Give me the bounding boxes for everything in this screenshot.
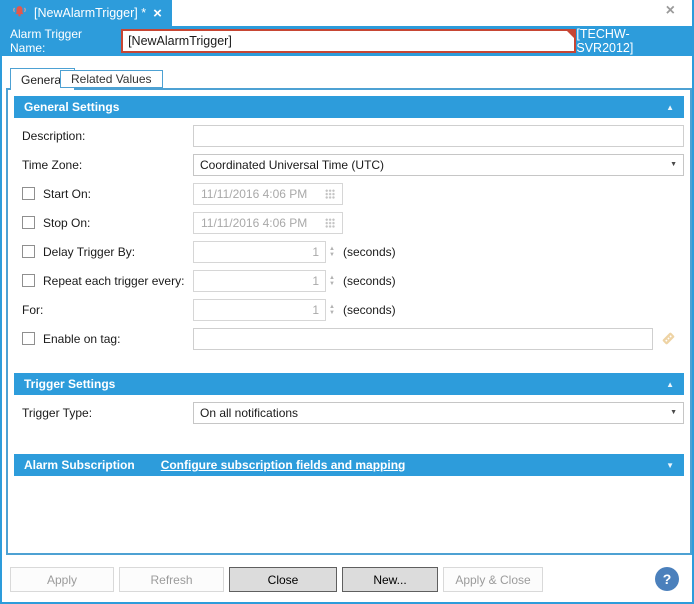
delay-units-label: (seconds) (343, 245, 396, 259)
trigger-type-value: On all notifications (200, 406, 298, 420)
dropdown-arrow-icon: ▼ (670, 409, 677, 416)
repeat-number-input[interactable]: 1 (193, 270, 326, 292)
alarm-subscription-header[interactable]: Alarm Subscription Configure subscriptio… (14, 454, 684, 476)
for-row: For: 1 ▲ ▼ (seconds) (14, 295, 684, 324)
description-input[interactable] (193, 125, 684, 147)
time-zone-label: Time Zone: (22, 158, 82, 172)
document-tab[interactable]: [NewAlarmTrigger] * × (2, 0, 172, 26)
alarm-trigger-editor-window: [NewAlarmTrigger] * × × Alarm Trigger Na… (0, 0, 694, 604)
spin-down-icon[interactable]: ▼ (329, 252, 335, 258)
for-units-label: (seconds) (343, 303, 396, 317)
repeat-label: Repeat each trigger every: (43, 274, 184, 288)
general-tab-panel: General Settings ▲ Description: Time Zon… (6, 88, 692, 555)
enable-on-tag-row: Enable on tag: (14, 324, 684, 353)
repeat-units-label: (seconds) (343, 274, 396, 288)
trigger-settings-rows: Trigger Type: On all notifications ▼ (14, 398, 684, 427)
window-close-icon[interactable]: × (666, 3, 675, 19)
start-on-row: Start On: 11/11/2016 4:06 PM (14, 179, 684, 208)
stop-on-date-input[interactable]: 11/11/2016 4:06 PM (193, 212, 343, 234)
button-bar: Apply Refresh Close New... Apply & Close… (2, 555, 692, 602)
general-settings-header[interactable]: General Settings ▲ (14, 96, 684, 118)
delay-checkbox[interactable] (22, 245, 35, 258)
time-zone-row: Time Zone: Coordinated Universal Time (U… (14, 150, 684, 179)
trigger-settings-title: Trigger Settings (24, 377, 115, 391)
repeat-checkbox[interactable] (22, 274, 35, 287)
trigger-type-row: Trigger Type: On all notifications ▼ (14, 398, 684, 427)
general-settings-title: General Settings (24, 100, 119, 114)
delay-value: 1 (312, 245, 319, 259)
validation-error-flag-icon (567, 31, 574, 38)
name-bar: Alarm Trigger Name: [TECHW-SVR2012] (2, 26, 692, 56)
close-button[interactable]: Close (229, 567, 337, 592)
trigger-type-select[interactable]: On all notifications ▼ (193, 402, 684, 424)
repeat-value: 1 (312, 274, 319, 288)
date-picker-grid-icon[interactable] (325, 218, 335, 228)
start-on-checkbox[interactable] (22, 187, 35, 200)
for-value: 1 (312, 303, 319, 317)
trigger-settings-header[interactable]: Trigger Settings ▲ (14, 373, 684, 395)
for-number-input[interactable]: 1 (193, 299, 326, 321)
alarm-trigger-name-field-wrap (121, 29, 576, 53)
time-zone-value: Coordinated Universal Time (UTC) (200, 158, 384, 172)
apply-button[interactable]: Apply (10, 567, 114, 592)
start-on-date-input[interactable]: 11/11/2016 4:06 PM (193, 183, 343, 205)
description-label: Description: (22, 129, 85, 143)
delay-label: Delay Trigger By: (43, 245, 135, 259)
tab-related-values[interactable]: Related Values (60, 70, 163, 88)
enable-on-tag-label: Enable on tag: (43, 332, 120, 346)
tag-browse-icon[interactable] (660, 330, 677, 347)
time-zone-select[interactable]: Coordinated Universal Time (UTC) ▼ (193, 154, 684, 176)
trigger-type-label: Trigger Type: (22, 406, 92, 420)
start-on-label: Start On: (43, 187, 91, 201)
alarm-trigger-name-input[interactable] (123, 31, 574, 51)
date-picker-grid-icon[interactable] (325, 189, 335, 199)
for-label: For: (22, 303, 43, 317)
delay-spinner[interactable]: ▲ ▼ (329, 241, 335, 263)
stop-on-checkbox[interactable] (22, 216, 35, 229)
collapse-up-icon[interactable]: ▲ (666, 380, 674, 389)
help-button[interactable]: ? (655, 567, 679, 591)
alarm-bell-icon (12, 4, 27, 22)
collapse-up-icon[interactable]: ▲ (666, 103, 674, 112)
alarm-subscription-title: Alarm Subscription (24, 458, 135, 472)
refresh-button[interactable]: Refresh (119, 567, 224, 592)
for-spinner[interactable]: ▲ ▼ (329, 299, 335, 321)
enable-on-tag-checkbox[interactable] (22, 332, 35, 345)
tab-related-values-label: Related Values (71, 72, 152, 86)
tab-general-label: General (21, 73, 64, 87)
collapse-down-icon[interactable]: ▼ (666, 461, 674, 470)
alarm-trigger-name-label: Alarm Trigger Name: (10, 27, 114, 55)
repeat-row: Repeat each trigger every: 1 ▲ ▼ (second… (14, 266, 684, 295)
document-tab-title: [NewAlarmTrigger] * (34, 6, 146, 20)
configure-subscription-link[interactable]: Configure subscription fields and mappin… (161, 458, 406, 472)
new-button[interactable]: New... (342, 567, 438, 592)
stop-on-date-value: 11/11/2016 4:06 PM (201, 216, 325, 230)
start-on-date-value: 11/11/2016 4:06 PM (201, 187, 325, 201)
description-row: Description: (14, 121, 684, 150)
server-name-label: [TECHW-SVR2012] (576, 27, 680, 55)
tab-close-icon[interactable]: × (153, 6, 162, 21)
repeat-spinner[interactable]: ▲ ▼ (329, 270, 335, 292)
spin-down-icon[interactable]: ▼ (329, 310, 335, 316)
enable-on-tag-input[interactable] (193, 328, 653, 350)
delay-row: Delay Trigger By: 1 ▲ ▼ (seconds) (14, 237, 684, 266)
stop-on-row: Stop On: 11/11/2016 4:06 PM (14, 208, 684, 237)
apply-and-close-button[interactable]: Apply & Close (443, 567, 543, 592)
dropdown-arrow-icon: ▼ (670, 161, 677, 168)
general-settings-rows: Description: Time Zone: Coordinated Univ… (14, 121, 684, 353)
stop-on-label: Stop On: (43, 216, 90, 230)
spin-down-icon[interactable]: ▼ (329, 281, 335, 287)
delay-number-input[interactable]: 1 (193, 241, 326, 263)
